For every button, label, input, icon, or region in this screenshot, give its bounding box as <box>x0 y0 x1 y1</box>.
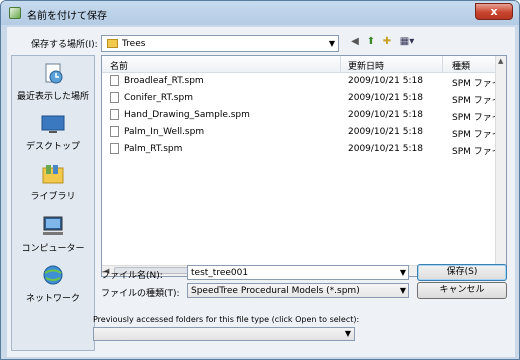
file-row[interactable]: Palm_RT.spm 2009/10/21 5:18 SPM ファイル <box>102 141 506 157</box>
chevron-down-icon: ▼ <box>399 286 406 295</box>
file-row[interactable]: Palm_In_Well.spm 2009/10/21 5:18 SPM ファイ… <box>102 124 506 140</box>
close-icon: x <box>490 5 498 18</box>
places-bar: 最近表示した場所 デスクトップ ライブラリ コンピューター ネットワーク <box>11 55 95 351</box>
filename-label: ファイル名(N): <box>101 271 163 281</box>
filetype-label: ファイルの種類(T): <box>101 289 180 299</box>
previous-folders-combo[interactable]: ▼ <box>93 327 355 341</box>
save-as-dialog: 名前を付けて保存 x 保存する場所(I): Trees ▼ ◀ ⬆ ✚ ▦▾ 最… <box>0 0 520 360</box>
file-icon <box>110 75 119 86</box>
filetype-select[interactable]: SpeedTree Procedural Models (*.spm) ▼ <box>187 283 409 298</box>
filetype-value: SpeedTree Procedural Models (*.spm) <box>191 286 360 296</box>
previous-folders-label: Previously accessed folders for this fil… <box>93 315 360 324</box>
view-menu-icon[interactable]: ▦▾ <box>397 35 417 49</box>
file-date: 2009/10/21 5:18 <box>348 110 423 120</box>
file-row[interactable]: Broadleaf_RT.spm 2009/10/21 5:18 SPM ファイ… <box>102 73 506 89</box>
save-in-label: 保存する場所(I): <box>31 40 98 50</box>
save-in-folder: Trees <box>122 39 146 49</box>
desktop-icon <box>41 115 65 133</box>
file-date: 2009/10/21 5:18 <box>348 76 423 86</box>
filename-value: test_tree001 <box>191 268 249 278</box>
scroll-up-icon[interactable]: ▲ <box>498 57 503 65</box>
place-desktop[interactable]: デスクトップ <box>12 112 94 152</box>
column-divider[interactable] <box>442 56 443 72</box>
file-row[interactable]: Conifer_RT.spm 2009/10/21 5:18 SPM ファイル <box>102 90 506 106</box>
list-header: 名前 更新日時 種類 <box>102 56 496 73</box>
save-in-combo[interactable]: Trees ▼ <box>101 35 339 52</box>
recent-places-icon <box>45 63 63 84</box>
up-folder-icon[interactable]: ⬆ <box>365 35 377 49</box>
column-type[interactable]: 種類 <box>452 59 470 72</box>
file-name: Broadleaf_RT.spm <box>124 76 204 86</box>
library-icon <box>42 165 64 184</box>
close-button[interactable]: x <box>475 3 513 20</box>
file-icon <box>110 92 119 103</box>
place-label: 最近表示した場所 <box>16 92 89 102</box>
file-date: 2009/10/21 5:18 <box>348 93 423 103</box>
file-row[interactable]: Hand_Drawing_Sample.spm 2009/10/21 5:18 … <box>102 107 506 123</box>
file-icon <box>110 126 119 137</box>
app-icon <box>9 7 21 19</box>
dialog-body: 保存する場所(I): Trees ▼ ◀ ⬆ ✚ ▦▾ 最近表示した場所 デスク… <box>7 27 515 357</box>
place-label: ネットワーク <box>25 294 80 304</box>
file-name: Palm_In_Well.spm <box>124 127 205 137</box>
place-network[interactable]: ネットワーク <box>12 264 94 304</box>
column-divider[interactable] <box>340 56 341 72</box>
file-icon <box>110 109 119 120</box>
save-button[interactable]: 保存(S) <box>417 264 507 281</box>
new-folder-icon[interactable]: ✚ <box>381 35 393 49</box>
file-list[interactable]: 名前 更新日時 種類 Broadleaf_RT.spm 2009/10/21 5… <box>101 55 507 277</box>
file-icon <box>110 143 119 154</box>
chevron-down-icon: ▼ <box>328 39 335 48</box>
place-recent[interactable]: 最近表示した場所 <box>12 62 94 102</box>
file-name: Conifer_RT.spm <box>124 93 193 103</box>
title-bar[interactable]: 名前を付けて保存 x <box>1 1 519 25</box>
file-date: 2009/10/21 5:18 <box>348 127 423 137</box>
place-library[interactable]: ライブラリ <box>12 162 94 202</box>
column-name[interactable]: 名前 <box>110 59 128 72</box>
column-date[interactable]: 更新日時 <box>348 59 384 72</box>
vertical-scrollbar[interactable]: ▲ ▼ <box>495 56 506 276</box>
network-icon <box>43 265 63 285</box>
place-label: デスクトップ <box>25 142 80 152</box>
file-name: Palm_RT.spm <box>124 144 183 154</box>
computer-icon <box>43 216 63 235</box>
folder-icon <box>107 39 118 48</box>
chevron-down-icon: ▼ <box>344 329 351 338</box>
window-title: 名前を付けて保存 <box>27 11 107 22</box>
place-label: コンピューター <box>21 244 85 254</box>
place-computer[interactable]: コンピューター <box>12 214 94 254</box>
cancel-button[interactable]: キャンセル <box>417 282 507 299</box>
back-icon[interactable]: ◀ <box>349 35 361 49</box>
filename-input[interactable]: test_tree001 ▼ <box>187 265 409 280</box>
file-name: Hand_Drawing_Sample.spm <box>124 110 250 120</box>
place-label: ライブラリ <box>30 192 76 202</box>
file-date: 2009/10/21 5:18 <box>348 144 423 154</box>
chevron-down-icon[interactable]: ▼ <box>400 268 406 277</box>
